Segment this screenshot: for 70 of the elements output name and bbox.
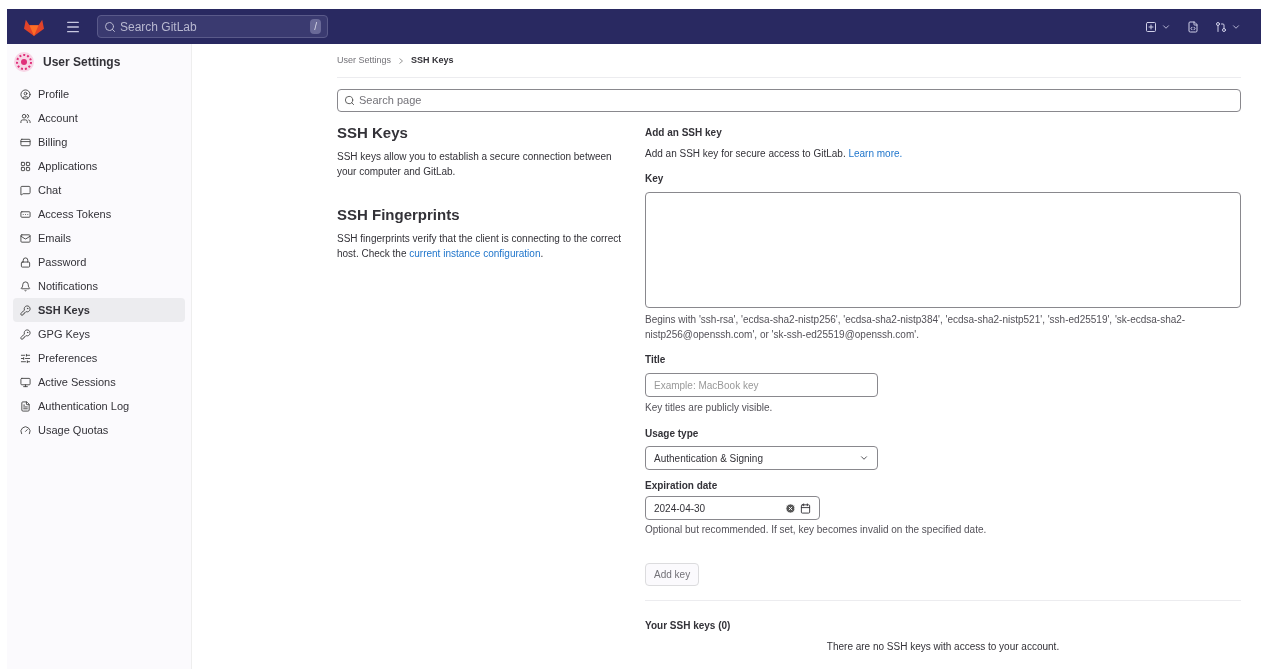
create-new-button[interactable]: [1145, 20, 1171, 33]
breadcrumb-link[interactable]: User Settings: [337, 53, 392, 68]
merge-requests-button[interactable]: [1215, 20, 1241, 33]
field-label: Title: [645, 353, 667, 367]
token-icon: [20, 208, 31, 220]
search-page-field[interactable]: Search page: [337, 89, 1241, 112]
chat-bubble-icon: [20, 184, 31, 196]
field-label: Expiration date: [645, 479, 719, 493]
shortcut-key: /: [310, 19, 321, 34]
usage-type-select[interactable]: Authentication & Signing: [645, 446, 878, 470]
search-icon: [344, 95, 355, 106]
bell-icon: [20, 280, 31, 292]
date-input[interactable]: 2024-04-30: [645, 496, 820, 520]
key-icon: [20, 304, 31, 316]
sidebar-item[interactable]: Chat: [13, 178, 185, 202]
field-label: Key: [645, 172, 665, 186]
users-icon: [20, 112, 31, 124]
sidebar-item[interactable]: SSH Keys: [13, 298, 185, 322]
document-icon: [20, 400, 31, 412]
user-circle-icon: [20, 88, 31, 100]
sidebar-item[interactable]: Password: [13, 250, 185, 274]
section-heading: SSH Fingerprints: [337, 205, 461, 225]
sidebar-item[interactable]: GPG Keys: [13, 322, 185, 346]
chevron-right-icon: [399, 57, 404, 64]
sidebar-item[interactable]: Notifications: [13, 274, 185, 298]
key-icon: [20, 328, 31, 340]
plus-square-icon: [1145, 20, 1157, 33]
mail-icon: [20, 232, 31, 244]
sidebar-item[interactable]: Usage Quotas: [13, 418, 185, 442]
field-label: Usage type: [645, 427, 700, 441]
monitor-icon: [20, 376, 31, 388]
avatar-icon: [13, 51, 35, 73]
key-textarea[interactable]: [645, 192, 1241, 308]
sidebar-item[interactable]: Billing: [13, 130, 185, 154]
sidebar-title: User Settings: [43, 54, 121, 71]
issues-button[interactable]: [1187, 20, 1199, 33]
gauge-icon: [20, 424, 31, 436]
breadcrumb-current[interactable]: SSH Keys: [411, 53, 454, 68]
card-icon: [20, 136, 31, 148]
learn-more-link[interactable]: Learn more.: [848, 148, 903, 159]
chevron-down-icon: [859, 453, 869, 463]
help-text: Key titles are publicly visible.: [645, 401, 774, 415]
section-heading: SSH Keys: [337, 123, 409, 143]
lock-icon: [20, 256, 31, 268]
grid-icon: [20, 160, 31, 172]
search-icon: [104, 20, 116, 33]
form-description: Add an SSH key for secure access to GitLab. Learn more.: [645, 147, 904, 161]
document-icon: [1187, 20, 1199, 33]
sidebar-item[interactable]: Access Tokens: [13, 202, 185, 226]
search-placeholder: Search page: [359, 93, 422, 109]
help-text: Begins with 'ssh-rsa', 'ecdsa-sha2-nistp256', 'ecdsa-sha2-nistp384', 'ecdsa-sha2-nistp521', 'ssh-ed25519', 'sk-ecdsa-sha2-nistp256@openssh.com', or 'sk-ssh-ed25519@openssh.com'.: [645, 313, 1187, 342]
section-description: SSH fingerprints verify that the client is connecting to the correct host. Check the current instance configuration.: [337, 232, 623, 261]
sidebar-item[interactable]: Applications: [13, 154, 185, 178]
sidebar-item[interactable]: Active Sessions: [13, 370, 185, 394]
sliders-icon: [20, 352, 31, 364]
search-field[interactable]: Search GitLab /: [97, 15, 328, 38]
sidebar-item[interactable]: Profile: [13, 82, 185, 106]
merge-request-icon: [1215, 20, 1227, 33]
help-text: Optional but recommended. If set, key becomes invalid on the specified date.: [645, 523, 988, 537]
clear-icon[interactable]: [785, 502, 796, 514]
empty-message: There are no SSH keys with access to your account.: [825, 640, 1061, 654]
keys-heading: Your SSH keys (0): [645, 619, 732, 633]
sidebar-item[interactable]: Authentication Log: [13, 394, 185, 418]
sidebar-item[interactable]: Emails: [13, 226, 185, 250]
search-placeholder: Search GitLab: [120, 18, 198, 36]
sidebar-item[interactable]: Preferences: [13, 346, 185, 370]
sidebar-item[interactable]: Account: [13, 106, 185, 130]
calendar-icon[interactable]: [800, 502, 811, 514]
form-heading: Add an SSH key: [645, 126, 723, 140]
section-description: SSH keys allow you to establish a secure connection between your computer and GitLab.: [337, 150, 613, 179]
